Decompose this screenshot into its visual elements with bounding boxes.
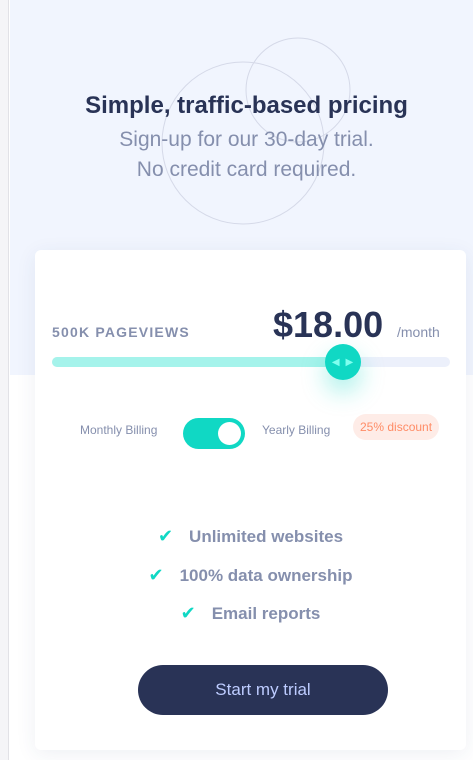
yearly-billing-label: Yearly Billing bbox=[262, 423, 331, 437]
check-icon: ✔ bbox=[148, 565, 164, 585]
monthly-billing-label: Monthly Billing bbox=[80, 423, 158, 437]
feature-item: ✔ Email reports bbox=[35, 603, 466, 624]
price: $18.00 bbox=[273, 304, 384, 345]
arrow-left-icon: ◀ bbox=[331, 356, 340, 368]
feature-item: ✔ 100% data ownership bbox=[35, 565, 466, 586]
slider-thumb[interactable]: ◀ ▶ bbox=[324, 344, 361, 380]
billing-toggle[interactable] bbox=[183, 418, 245, 449]
pageviews-label: 500K PAGEVIEWS bbox=[52, 324, 190, 340]
feature-label: Unlimited websites bbox=[189, 526, 344, 546]
check-icon: ✔ bbox=[180, 603, 196, 623]
circle-small bbox=[245, 37, 351, 143]
price-period: /month bbox=[397, 324, 440, 340]
start-trial-button[interactable]: Start my trial bbox=[138, 665, 388, 715]
feature-label: 100% data ownership bbox=[179, 565, 353, 585]
discount-badge: 25% discount bbox=[353, 414, 440, 440]
pageviews-slider[interactable]: ◀ ▶ bbox=[52, 344, 450, 380]
check-icon: ✔ bbox=[157, 526, 174, 546]
page-title: Simple, traffic-based pricing bbox=[85, 92, 408, 119]
feature-label: Email reports bbox=[211, 603, 321, 623]
toggle-knob bbox=[218, 422, 241, 445]
pricing-card: 500K PAGEVIEWS $18.00 /month ◀ ▶ Monthly … bbox=[35, 250, 466, 750]
feature-item: ✔ Unlimited websites bbox=[35, 526, 466, 547]
subtitle-line1: Sign-up for our 30-day trial. bbox=[119, 128, 374, 151]
slider-fill bbox=[52, 357, 343, 367]
arrow-right-icon: ▶ bbox=[345, 356, 354, 368]
subtitle-line2: No credit card required. bbox=[136, 158, 357, 181]
